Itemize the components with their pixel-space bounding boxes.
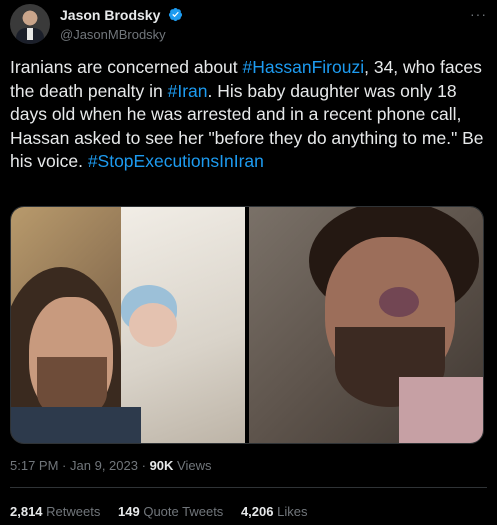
likes-label: Likes [277, 504, 308, 519]
hashtag-link[interactable]: #Iran [168, 81, 208, 101]
avatar-shirt [27, 28, 33, 40]
photo-right-collar [399, 377, 483, 443]
meta-separator-2: · [141, 458, 146, 473]
tweet-meta: 5:17 PM · Jan 9, 2023 · 90K Views [10, 458, 212, 473]
author-names: Jason Brodsky @JasonMBrodsky [60, 6, 183, 42]
tweet-time[interactable]: 5:17 PM [10, 458, 58, 473]
photo-bruised-man[interactable] [249, 207, 483, 443]
tweet-header: Jason Brodsky @JasonMBrodsky ··· [10, 4, 487, 44]
more-options-icon[interactable]: ··· [470, 6, 487, 22]
author-handle[interactable]: @JasonMBrodsky [60, 27, 183, 42]
photo-man-with-baby[interactable] [11, 207, 245, 443]
likes-stat[interactable]: 4,206 Likes [241, 504, 308, 519]
tweet-text-segment: Iranians are concerned about [10, 57, 243, 77]
views-label: Views [177, 458, 212, 473]
tweet-date[interactable]: Jan 9, 2023 [70, 458, 138, 473]
hashtag-link[interactable]: #HassanFirouzi [243, 57, 365, 77]
photo-man-shirt [11, 407, 141, 443]
tweet-text: Iranians are concerned about #HassanFiro… [10, 56, 487, 174]
meta-separator: · [62, 458, 67, 473]
verified-badge-icon [168, 8, 182, 22]
photo-right-bruise [379, 287, 419, 317]
tweet-media[interactable] [10, 206, 484, 444]
quotes-count: 149 [118, 504, 140, 519]
author-avatar[interactable] [10, 4, 50, 44]
views-count: 90K [149, 458, 174, 473]
retweets-label: Retweets [46, 504, 101, 519]
quotes-label: Quote Tweets [143, 504, 224, 519]
hashtag-link[interactable]: #StopExecutionsInIran [88, 151, 264, 171]
retweets-count: 2,814 [10, 504, 43, 519]
author-display-name[interactable]: Jason Brodsky [60, 7, 160, 23]
tweet-stats: 2,814 Retweets 149 Quote Tweets 4,206 Li… [10, 504, 321, 519]
retweets-stat[interactable]: 2,814 Retweets [10, 504, 100, 519]
divider-top [10, 487, 487, 488]
photo-baby-face [129, 303, 177, 347]
tweet-card: Jason Brodsky @JasonMBrodsky ··· Iranian… [0, 0, 497, 525]
quotes-stat[interactable]: 149 Quote Tweets [118, 504, 223, 519]
likes-count: 4,206 [240, 504, 274, 519]
